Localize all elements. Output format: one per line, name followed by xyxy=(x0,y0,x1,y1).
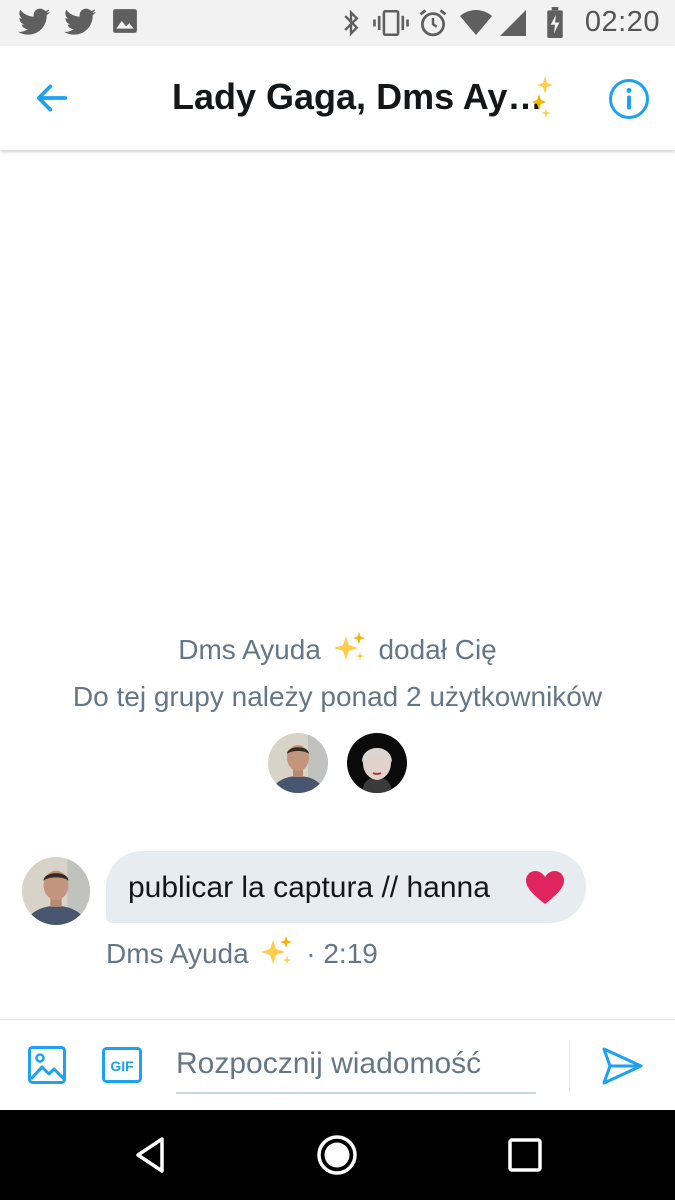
message-input[interactable] xyxy=(176,1036,536,1094)
message-meta: Dms Ayuda · 2:19 xyxy=(106,936,378,970)
system-navigation-bar xyxy=(0,1110,675,1200)
conversation-header: Lady Gaga, Dms Ay… xyxy=(0,46,675,150)
red-heart-icon xyxy=(526,871,564,905)
image-notification-icon xyxy=(112,8,138,34)
sparkles-icon xyxy=(530,76,556,118)
add-photo-button[interactable] xyxy=(28,1046,66,1084)
twitter-notification-icon xyxy=(18,8,50,36)
vibrate-icon xyxy=(373,10,409,36)
nav-back-button[interactable] xyxy=(130,1133,174,1177)
compose-bar: GIF xyxy=(0,1019,675,1111)
added-by-name: Dms Ayuda xyxy=(178,634,321,665)
message-time: · 2:19 xyxy=(306,938,378,969)
status-bar: 02:20 xyxy=(0,0,675,46)
bluetooth-icon xyxy=(340,9,362,37)
send-button[interactable] xyxy=(600,1044,644,1088)
message-sender: Dms Ayuda xyxy=(106,938,249,969)
image-icon xyxy=(28,1046,66,1084)
square-recents-icon xyxy=(508,1138,542,1172)
wifi-icon xyxy=(460,10,492,36)
system-message-added: Dms Ayuda dodał Cię xyxy=(0,632,675,666)
gif-icon: GIF xyxy=(102,1047,142,1083)
sparkles-icon xyxy=(260,936,294,968)
added-suffix: dodał Cię xyxy=(378,634,497,665)
message-bubble[interactable]: publicar la captura // hanna xyxy=(106,851,586,923)
dm-conversation-screen: 02:20 Lady Gaga, Dms Ay… Dms Ayuda dodał… xyxy=(0,0,675,1200)
nav-home-button[interactable] xyxy=(315,1133,359,1177)
status-time: 02:20 xyxy=(584,6,660,38)
member-avatar[interactable] xyxy=(347,733,407,793)
send-icon xyxy=(602,1047,643,1085)
compose-divider xyxy=(569,1040,570,1092)
sender-avatar[interactable] xyxy=(22,857,90,925)
add-gif-button[interactable]: GIF xyxy=(102,1047,142,1083)
nav-recents-button[interactable] xyxy=(503,1133,547,1177)
message-text: publicar la captura // hanna xyxy=(128,871,490,904)
arrow-left-icon xyxy=(36,84,68,112)
back-button[interactable] xyxy=(32,78,72,118)
twitter-notification-icon xyxy=(64,8,96,36)
triangle-back-icon xyxy=(136,1137,164,1173)
cell-signal-icon xyxy=(500,10,526,36)
gif-label: GIF xyxy=(110,1058,134,1074)
info-icon xyxy=(609,79,649,119)
battery-charging-icon xyxy=(546,7,564,38)
group-members-count: Do tej grupy należy ponad 2 użytkowników xyxy=(72,681,603,712)
conversation-info-button[interactable] xyxy=(608,78,650,120)
alarm-icon xyxy=(418,8,448,38)
conversation-title[interactable]: Lady Gaga, Dms Ay… xyxy=(172,76,543,118)
sparkles-icon xyxy=(333,632,367,664)
circle-home-icon xyxy=(317,1135,357,1175)
member-avatar[interactable] xyxy=(268,733,328,793)
